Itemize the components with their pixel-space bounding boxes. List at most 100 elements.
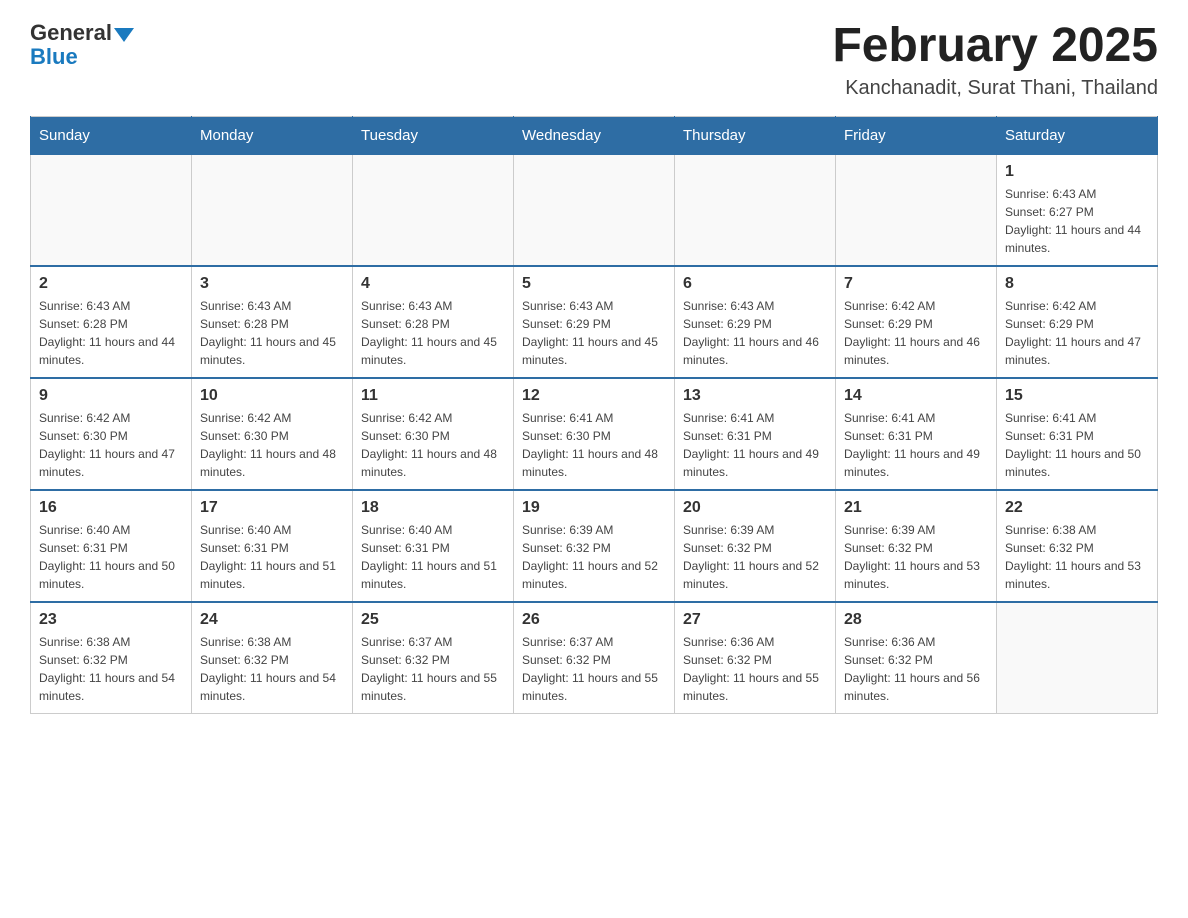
day-number: 13	[683, 387, 827, 405]
day-number: 1	[1005, 163, 1149, 181]
day-info: Sunrise: 6:36 AMSunset: 6:32 PMDaylight:…	[683, 633, 827, 705]
calendar-day-cell: 11 Sunrise: 6:42 AMSunset: 6:30 PMDayligh…	[353, 378, 514, 490]
day-number: 17	[200, 499, 344, 517]
calendar-day-cell: 3 Sunrise: 6:43 AMSunset: 6:28 PMDaylight…	[192, 266, 353, 378]
day-number: 27	[683, 611, 827, 629]
calendar-day-cell	[192, 154, 353, 266]
calendar-day-cell: 1 Sunrise: 6:43 AMSunset: 6:27 PMDaylight…	[997, 154, 1158, 266]
calendar-day-cell: 15 Sunrise: 6:41 AMSunset: 6:31 PMDayligh…	[997, 378, 1158, 490]
day-number: 26	[522, 611, 666, 629]
day-info: Sunrise: 6:41 AMSunset: 6:31 PMDaylight:…	[1005, 409, 1149, 481]
day-info: Sunrise: 6:42 AMSunset: 6:30 PMDaylight:…	[361, 409, 505, 481]
day-number: 4	[361, 275, 505, 293]
calendar-header-row: SundayMondayTuesdayWednesdayThursdayFrid…	[31, 116, 1158, 154]
logo-triangle-icon	[114, 28, 134, 42]
day-info: Sunrise: 6:43 AMSunset: 6:29 PMDaylight:…	[522, 297, 666, 369]
calendar-day-cell: 19Sunrise: 6:39 AMSunset: 6:32 PMDayligh…	[514, 490, 675, 602]
day-number: 11	[361, 387, 505, 405]
day-info: Sunrise: 6:37 AMSunset: 6:32 PMDaylight:…	[522, 633, 666, 705]
day-info: Sunrise: 6:38 AMSunset: 6:32 PMDaylight:…	[1005, 521, 1149, 593]
day-number: 23	[39, 611, 183, 629]
day-of-week-header: Monday	[192, 116, 353, 154]
calendar-day-cell: 21 Sunrise: 6:39 AMSunset: 6:32 PMDayligh…	[836, 490, 997, 602]
logo-general: General	[30, 20, 134, 46]
calendar-day-cell: 18Sunrise: 6:40 AMSunset: 6:31 PMDayligh…	[353, 490, 514, 602]
day-info: Sunrise: 6:41 AMSunset: 6:31 PMDaylight:…	[844, 409, 988, 481]
day-info: Sunrise: 6:37 AMSunset: 6:32 PMDaylight:…	[361, 633, 505, 705]
day-number: 25	[361, 611, 505, 629]
calendar-day-cell: 20Sunrise: 6:39 AMSunset: 6:32 PMDayligh…	[675, 490, 836, 602]
calendar-day-cell: 23 Sunrise: 6:38 AMSunset: 6:32 PMDayligh…	[31, 602, 192, 714]
day-info: Sunrise: 6:43 AMSunset: 6:28 PMDaylight:…	[361, 297, 505, 369]
calendar-day-cell	[31, 154, 192, 266]
calendar-day-cell: 25 Sunrise: 6:37 AMSunset: 6:32 PMDayligh…	[353, 602, 514, 714]
day-info: Sunrise: 6:43 AMSunset: 6:29 PMDaylight:…	[683, 297, 827, 369]
month-title: February 2025	[832, 20, 1158, 73]
day-number: 12	[522, 387, 666, 405]
calendar-day-cell: 8Sunrise: 6:42 AMSunset: 6:29 PMDaylight…	[997, 266, 1158, 378]
calendar-day-cell: 26 Sunrise: 6:37 AMSunset: 6:32 PMDayligh…	[514, 602, 675, 714]
day-info: Sunrise: 6:39 AMSunset: 6:32 PMDaylight:…	[683, 521, 827, 593]
day-info: Sunrise: 6:42 AMSunset: 6:29 PMDaylight:…	[844, 297, 988, 369]
calendar-day-cell: 14 Sunrise: 6:41 AMSunset: 6:31 PMDayligh…	[836, 378, 997, 490]
calendar-week-row: 1 Sunrise: 6:43 AMSunset: 6:27 PMDaylight…	[31, 154, 1158, 266]
day-info: Sunrise: 6:38 AMSunset: 6:32 PMDaylight:…	[39, 633, 183, 705]
day-info: Sunrise: 6:40 AMSunset: 6:31 PMDaylight:…	[361, 521, 505, 593]
day-info: Sunrise: 6:40 AMSunset: 6:31 PMDaylight:…	[200, 521, 344, 593]
day-number: 2	[39, 275, 183, 293]
calendar-day-cell: 28 Sunrise: 6:36 AMSunset: 6:32 PMDayligh…	[836, 602, 997, 714]
calendar-day-cell: 16 Sunrise: 6:40 AMSunset: 6:31 PMDayligh…	[31, 490, 192, 602]
day-number: 28	[844, 611, 988, 629]
day-info: Sunrise: 6:41 AMSunset: 6:31 PMDaylight:…	[683, 409, 827, 481]
calendar-day-cell: 17 Sunrise: 6:40 AMSunset: 6:31 PMDayligh…	[192, 490, 353, 602]
location-title: Kanchanadit, Surat Thani, Thailand	[832, 77, 1158, 100]
calendar-day-cell: 5 Sunrise: 6:43 AMSunset: 6:29 PMDaylight…	[514, 266, 675, 378]
day-info: Sunrise: 6:42 AMSunset: 6:29 PMDaylight:…	[1005, 297, 1149, 369]
day-number: 24	[200, 611, 344, 629]
day-of-week-header: Saturday	[997, 116, 1158, 154]
calendar-week-row: 16 Sunrise: 6:40 AMSunset: 6:31 PMDayligh…	[31, 490, 1158, 602]
day-number: 14	[844, 387, 988, 405]
day-info: Sunrise: 6:43 AMSunset: 6:28 PMDaylight:…	[39, 297, 183, 369]
calendar-day-cell: 2 Sunrise: 6:43 AMSunset: 6:28 PMDaylight…	[31, 266, 192, 378]
calendar-table: SundayMondayTuesdayWednesdayThursdayFrid…	[30, 116, 1158, 714]
calendar-day-cell: 13 Sunrise: 6:41 AMSunset: 6:31 PMDayligh…	[675, 378, 836, 490]
logo: General Blue	[30, 20, 134, 70]
calendar-day-cell	[675, 154, 836, 266]
day-number: 6	[683, 275, 827, 293]
day-number: 15	[1005, 387, 1149, 405]
calendar-day-cell	[997, 602, 1158, 714]
day-info: Sunrise: 6:42 AMSunset: 6:30 PMDaylight:…	[200, 409, 344, 481]
day-info: Sunrise: 6:40 AMSunset: 6:31 PMDaylight:…	[39, 521, 183, 593]
page-header: General Blue February 2025 Kanchanadit, …	[30, 20, 1158, 100]
day-number: 19	[522, 499, 666, 517]
day-number: 5	[522, 275, 666, 293]
day-number: 3	[200, 275, 344, 293]
calendar-day-cell: 10Sunrise: 6:42 AMSunset: 6:30 PMDayligh…	[192, 378, 353, 490]
day-of-week-header: Thursday	[675, 116, 836, 154]
title-section: February 2025 Kanchanadit, Surat Thani, …	[832, 20, 1158, 100]
day-info: Sunrise: 6:43 AMSunset: 6:27 PMDaylight:…	[1005, 185, 1149, 257]
calendar-day-cell	[836, 154, 997, 266]
day-info: Sunrise: 6:42 AMSunset: 6:30 PMDaylight:…	[39, 409, 183, 481]
calendar-day-cell: 27 Sunrise: 6:36 AMSunset: 6:32 PMDayligh…	[675, 602, 836, 714]
day-info: Sunrise: 6:43 AMSunset: 6:28 PMDaylight:…	[200, 297, 344, 369]
day-info: Sunrise: 6:41 AMSunset: 6:30 PMDaylight:…	[522, 409, 666, 481]
calendar-day-cell	[514, 154, 675, 266]
calendar-week-row: 9 Sunrise: 6:42 AMSunset: 6:30 PMDaylight…	[31, 378, 1158, 490]
day-number: 22	[1005, 499, 1149, 517]
day-info: Sunrise: 6:39 AMSunset: 6:32 PMDaylight:…	[844, 521, 988, 593]
day-of-week-header: Wednesday	[514, 116, 675, 154]
calendar-day-cell: 7Sunrise: 6:42 AMSunset: 6:29 PMDaylight…	[836, 266, 997, 378]
calendar-week-row: 23 Sunrise: 6:38 AMSunset: 6:32 PMDayligh…	[31, 602, 1158, 714]
calendar-week-row: 2 Sunrise: 6:43 AMSunset: 6:28 PMDaylight…	[31, 266, 1158, 378]
day-info: Sunrise: 6:36 AMSunset: 6:32 PMDaylight:…	[844, 633, 988, 705]
calendar-day-cell: 22 Sunrise: 6:38 AMSunset: 6:32 PMDayligh…	[997, 490, 1158, 602]
calendar-day-cell: 9 Sunrise: 6:42 AMSunset: 6:30 PMDaylight…	[31, 378, 192, 490]
day-number: 16	[39, 499, 183, 517]
calendar-day-cell: 6 Sunrise: 6:43 AMSunset: 6:29 PMDaylight…	[675, 266, 836, 378]
day-of-week-header: Friday	[836, 116, 997, 154]
day-number: 21	[844, 499, 988, 517]
day-number: 9	[39, 387, 183, 405]
calendar-day-cell: 24Sunrise: 6:38 AMSunset: 6:32 PMDayligh…	[192, 602, 353, 714]
